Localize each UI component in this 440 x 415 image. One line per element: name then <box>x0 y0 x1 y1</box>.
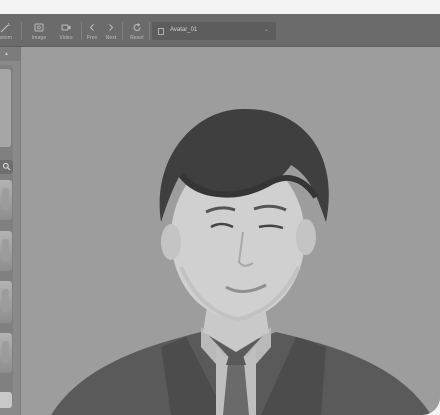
screenshot-frame: ustom Image Video Prev <box>0 0 440 415</box>
image-icon <box>26 22 52 33</box>
left-panel-action-button[interactable] <box>0 392 12 408</box>
avatar-editor-window: ustom Image Video Prev <box>0 14 440 415</box>
asset-thumbnail[interactable] <box>0 333 12 373</box>
video-label: Video <box>59 35 73 41</box>
toolbar-divider <box>122 22 123 40</box>
left-panel-header: ▲ <box>0 47 20 61</box>
reset-label: Reset <box>130 35 144 41</box>
image-label: Image <box>31 35 47 41</box>
video-button[interactable]: Video <box>53 20 79 44</box>
avatar-render <box>51 108 431 415</box>
asset-thumbnail[interactable] <box>0 180 12 220</box>
chevron-right-icon <box>98 22 124 33</box>
reset-icon <box>124 22 150 33</box>
toolbar-divider <box>149 22 150 40</box>
avatar-viewport[interactable] <box>21 47 440 415</box>
magic-wand-icon <box>0 22 18 33</box>
avatar-select[interactable]: Avatar_01 ⌄ <box>152 22 276 40</box>
chevron-up-icon[interactable]: ▲ <box>4 51 9 57</box>
reset-button[interactable]: Reset <box>124 20 150 44</box>
next-label: Next <box>105 35 117 41</box>
avatar-square-icon <box>158 28 164 35</box>
next-button[interactable]: Next <box>98 20 124 44</box>
custom-button[interactable]: ustom <box>0 20 18 44</box>
custom-label: ustom <box>0 35 13 41</box>
asset-thumbnail[interactable] <box>0 281 12 323</box>
left-asset-panel: ▲ <box>0 47 21 415</box>
search-icon <box>2 162 11 171</box>
search-button[interactable] <box>0 160 13 174</box>
chevron-down-icon: ⌄ <box>263 27 269 33</box>
asset-thumbnail[interactable] <box>0 231 12 271</box>
image-button[interactable]: Image <box>26 20 52 44</box>
asset-preview-slot[interactable] <box>0 69 11 147</box>
toolbar-divider <box>21 22 22 40</box>
video-camera-icon <box>53 22 79 33</box>
avatar-select-value: Avatar_01 <box>170 27 198 33</box>
toolbar: ustom Image Video Prev <box>0 14 440 47</box>
